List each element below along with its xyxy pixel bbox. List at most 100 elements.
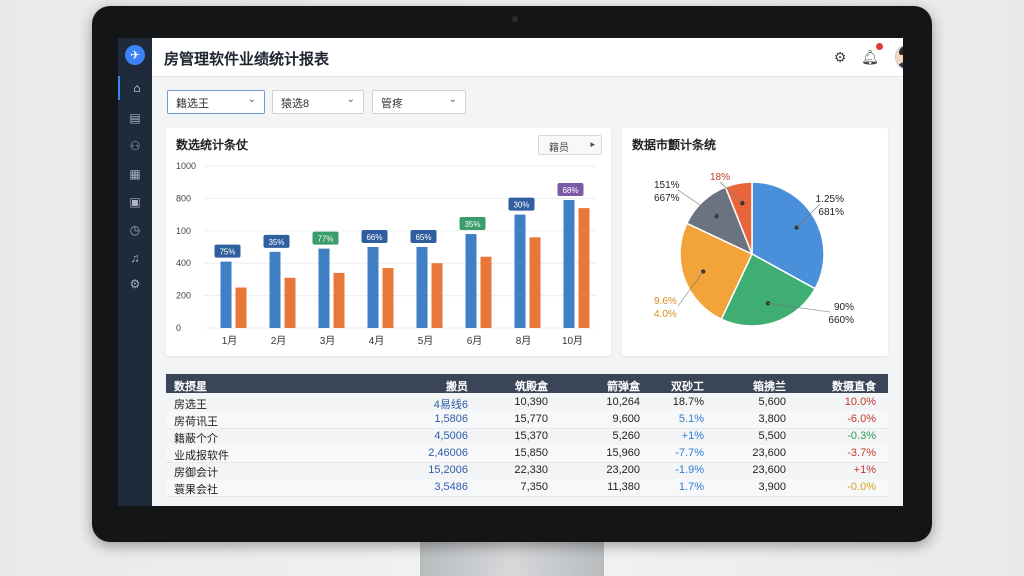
bar-series-2[interactable] [529,237,541,328]
data-label: 7̄5% [219,248,235,257]
table-header-cell[interactable]: 双砂工 [656,378,704,394]
bar-series-2[interactable] [431,263,443,328]
list-icon: ▤ [129,111,141,125]
table-cell: 1,5806 [434,413,468,425]
data-label: 30% [513,201,529,210]
data-label: 35% [268,238,284,247]
bar-series-2[interactable] [284,277,296,328]
table-cell: 1.7% [678,481,704,493]
x-tick-label: 1月 [222,335,238,347]
sidebar-item-clock[interactable]: ◷ [118,218,152,242]
bar-series-2[interactable] [480,256,492,328]
table-cell: 10,264 [606,396,640,408]
avatar-hair [899,46,903,55]
sidebar-item-settings[interactable]: ⚙ [118,272,152,296]
app-screen: ✈ ⌂ ▤ ⚇ ▦ ▣ ◷ ♫ ⚙ 房管理软件业绩统计报表 ⚙ 🔔︎ ‹ 籍选王 ⌄ 猿选8 … [118,38,903,506]
webcam [512,16,518,22]
table-row[interactable]: 蓑果会社 3,5486 7,350 11,380 1.7% 3,900 -0.0% [166,479,888,497]
notification-badge [876,43,883,50]
pie-label: 660% [828,315,854,326]
table-cell: 11,380 [607,481,640,493]
table-row[interactable]: 房御会计 15,2006 22,330 23,200 -1.9% 23,600 +1% [166,462,888,480]
sidebar-item-bell[interactable]: ♫ [118,246,152,270]
x-tick-label: 5月 [418,335,434,347]
x-tick-label: 6月 [467,335,483,347]
bell-icon[interactable]: 🔔︎ [861,48,879,66]
filter-select-1[interactable]: 籍选王 ⌄ [167,90,265,114]
table-cell: 房选王 [174,399,207,411]
table-cell: 5,600 [758,396,786,408]
table-cell: 4,5006 [434,430,468,442]
x-tick-label: 2月 [271,335,287,347]
filter-select-3-label: 管疼 [381,98,403,110]
settings-icon: ⚙ [129,277,141,291]
data-label: 35% [464,220,480,229]
table-header-cell[interactable]: 筑殿盒 [496,378,548,394]
table-header-cell[interactable]: 箭弹盒 [566,378,640,394]
y-tick-label: 400 [176,258,191,268]
bar-series-1[interactable] [318,248,330,328]
table-header-cell[interactable]: 数摂星 [174,378,294,394]
compass-icon[interactable]: ✈ [125,45,145,65]
y-tick-label: 200 [176,291,191,301]
filter-select-2[interactable]: 猿选8 ⌄ [272,90,364,114]
table-cell: -7.7% [675,447,704,459]
page-title: 房管理软件业绩统计报表 [164,51,330,68]
bar-series-2[interactable] [333,272,345,328]
table-cell: +1% [853,464,876,476]
bar-series-1[interactable] [514,214,526,328]
table-cell: -0.3% [847,430,876,442]
sidebar-item-people[interactable]: ⚇ [118,134,152,158]
table-header-cell[interactable]: 数摄直食 [806,378,876,394]
table-cell: 籍蔽个介 [174,433,218,445]
table-cell: 3,5486 [434,481,468,493]
bar-series-2[interactable] [578,208,590,328]
table-cell: 7,350 [520,481,548,493]
table-cell: 15,960 [606,447,640,459]
bar-series-2[interactable] [235,287,247,329]
pie-label: 4.0% [654,309,677,320]
sidebar-item-image[interactable]: ▣ [118,190,152,214]
bar-series-1[interactable] [269,251,281,328]
sidebar-item-document[interactable]: ▦ [118,162,152,186]
table-cell: 23,600 [752,464,786,476]
sidebar: ✈ ⌂ ▤ ⚇ ▦ ▣ ◷ ♫ ⚙ [118,38,152,506]
table-row[interactable]: 房选王 4易线6 10,390 10,264 18.7% 5,600 10.0% [166,394,888,412]
bar-series-1[interactable] [563,200,575,328]
sidebar-item-home[interactable]: ⌂ [118,76,154,100]
filter-select-3[interactable]: 管疼 ⌄ [372,90,466,114]
bar-series-1[interactable] [367,247,379,328]
clock-icon: ◷ [129,223,141,237]
table-cell: 23,600 [752,447,786,459]
bar-series-1[interactable] [220,261,232,328]
table-row[interactable]: 房荷讯王 1,5806 15,770 9,600 5.1% 3,800 -6.0% [166,411,888,429]
table-cell: 2,46006 [428,447,468,459]
pie-label: 9.6% [654,296,677,307]
table-cell: 4易线6 [433,399,468,411]
table-header-cell[interactable]: 搬员 [416,378,468,394]
filter-select-2-label: 猿选8 [281,98,310,110]
pie-chart-card: 数据市颤计条统 1.25% 681% 90% 660% 9.6% 4.0% 151% 667%… [622,128,888,356]
table-header-cell[interactable]: 箱拂兰 [726,378,786,394]
people-icon: ⚇ [129,139,141,153]
bar-series-1[interactable] [465,234,477,328]
table-row[interactable]: 业成报软件 2,46006 15,850 15,960 -7.7% 23,600 -3.7% [166,445,888,463]
table-cell: 22,330 [514,464,548,476]
table-cell: 23,200 [606,464,640,476]
bar-series-2[interactable] [382,268,394,328]
chevron-down-icon: ⌄ [247,94,256,105]
table-cell: -6.0% [847,413,876,425]
image-icon: ▣ [129,195,141,209]
sidebar-item-list[interactable]: ▤ [118,106,152,130]
pie-label: 18% [710,172,730,183]
pie-label: 1.25% [816,194,844,205]
avatar[interactable] [895,44,903,70]
document-icon: ▦ [129,167,141,181]
table-cell: 3,800 [758,413,786,425]
settings-icon[interactable]: ⚙ [831,48,849,66]
table-row[interactable]: 籍蔽个介 4,5006 15,370 5,260 +1% 5,500 -0.3% [166,428,888,446]
table-cell: -0.0% [847,481,876,493]
table-cell: 3,900 [758,481,786,493]
table-cell: -1.9% [675,464,704,476]
bar-series-1[interactable] [416,247,428,328]
